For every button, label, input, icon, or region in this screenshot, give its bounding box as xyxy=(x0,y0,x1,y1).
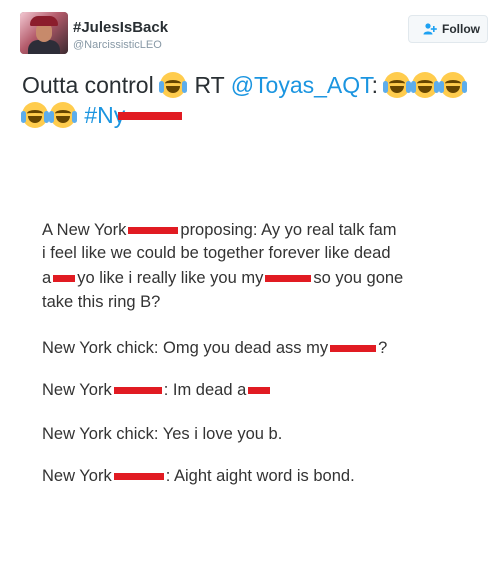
tweet-text: Outta control RT @Toyas_AQT: #Ny xyxy=(21,70,482,130)
user-handle[interactable]: @NarcissisticLEO xyxy=(73,39,162,51)
redaction-bar xyxy=(248,387,271,395)
display-name[interactable]: #JulesIsBack xyxy=(73,19,168,36)
redaction-bar xyxy=(113,473,164,481)
rt-prefix: RT xyxy=(194,72,225,98)
tweet-header: #JulesIsBack @NarcissisticLEO Follow xyxy=(0,0,493,60)
follow-button[interactable]: Follow xyxy=(408,15,488,43)
follow-person-plus-icon xyxy=(423,23,437,35)
tears-of-joy-emoji-icon xyxy=(49,102,77,128)
redaction-bar xyxy=(53,275,76,283)
hashtag-link[interactable]: #Ny xyxy=(84,100,183,130)
photo-line-6: New York: Im dead a xyxy=(42,381,272,400)
photo-line-3: a yo like i really like you my so you gone xyxy=(42,269,404,287)
tears-of-joy-emoji-icon xyxy=(21,102,49,128)
tweet-text-start: Outta control xyxy=(22,72,154,98)
redaction-bar xyxy=(128,227,179,235)
mention-link[interactable]: @Toyas_AQT xyxy=(231,72,372,98)
photo-line-1: A New York proposing: Ay yo real talk fam xyxy=(42,221,397,239)
redaction-bar xyxy=(330,345,377,353)
avatar[interactable] xyxy=(20,12,68,54)
redaction-bar xyxy=(113,387,162,395)
redaction-bar xyxy=(265,275,312,283)
photo-line-7: New York chick: Yes i love you b. xyxy=(42,425,283,443)
redaction-bar xyxy=(118,112,183,120)
follow-label: Follow xyxy=(442,22,480,36)
photo-line-2: i feel like we could be together forever… xyxy=(42,244,391,262)
photo-line-5: New York chick: Omg you dead ass my? xyxy=(42,339,388,357)
tears-of-joy-emoji-icon xyxy=(439,72,468,98)
tears-of-joy-emoji-icon xyxy=(383,72,412,98)
colon: : xyxy=(371,72,379,98)
attached-photo[interactable]: A New York proposing: Ay yo real talk fam… xyxy=(0,135,493,579)
tears-of-joy-emoji-icon xyxy=(411,72,440,98)
tears-of-joy-emoji-icon xyxy=(159,72,188,98)
photo-line-4: take this ring B? xyxy=(42,293,161,311)
photo-line-8: New York: Aight aight word is bond. xyxy=(42,467,355,485)
